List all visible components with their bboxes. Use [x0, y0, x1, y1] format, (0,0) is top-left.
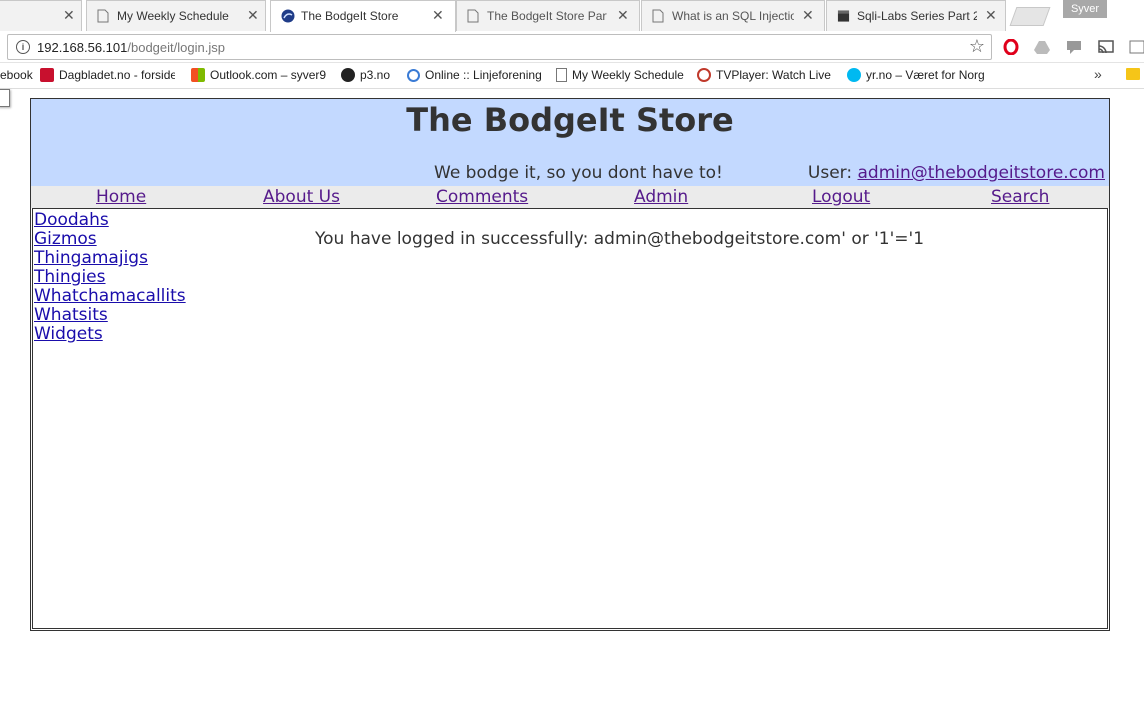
- dagbladet-icon: [40, 68, 54, 82]
- tooltip-fragment: [0, 89, 10, 107]
- nav-home[interactable]: Home: [96, 187, 146, 207]
- page-icon: [467, 9, 479, 23]
- p3-icon: [341, 68, 355, 82]
- tab-close-icon[interactable]: ✕: [985, 7, 997, 23]
- chat-extension-icon[interactable]: [1066, 39, 1082, 55]
- category-link-widgets[interactable]: Widgets: [34, 325, 103, 344]
- tab-title: My Weekly Schedule: [117, 9, 229, 23]
- content-area: Doodahs Gizmos Thingamajigs Thingies Wha…: [32, 208, 1108, 629]
- browser-tab-5[interactable]: Sqli-Labs Series Part 2 ✕: [826, 0, 1006, 31]
- tab-title: What is an SQL Injectio: [672, 9, 794, 23]
- online-icon: [407, 69, 420, 82]
- bookmark-label: Dagbladet.no - forside: [59, 68, 175, 82]
- bookmark-label: My Weekly Schedule: [572, 68, 684, 82]
- login-success-message: You have logged in successfully: admin@t…: [315, 229, 925, 249]
- page-title: The BodgeIt Store: [406, 101, 734, 139]
- bookmark-folder-icon[interactable]: [1126, 68, 1140, 80]
- category-link-gizmos[interactable]: Gizmos: [34, 230, 97, 249]
- clapperboard-icon: [837, 10, 850, 22]
- tab-close-icon[interactable]: ✕: [63, 7, 75, 23]
- tab-strip: ✕ My Weekly Schedule ✕ The BodgeIt Store…: [0, 0, 1144, 32]
- bookmark-item[interactable]: p3.no: [341, 68, 390, 82]
- bookmark-label: ebook: [0, 68, 33, 82]
- browser-tab-0[interactable]: ✕: [0, 0, 82, 31]
- user-label: User:: [807, 163, 853, 183]
- browser-tab-1[interactable]: My Weekly Schedule ✕: [86, 0, 266, 31]
- cast-icon[interactable]: [1098, 39, 1114, 55]
- drive-extension-icon[interactable]: [1034, 39, 1050, 55]
- bodgeit-favicon-icon: [281, 9, 295, 23]
- bookmark-item[interactable]: Online :: Linjeforening: [407, 68, 542, 82]
- tab-title: Sqli-Labs Series Part 2: [857, 9, 977, 23]
- bookmark-label: TVPlayer: Watch Live T: [716, 68, 832, 82]
- bookmark-item[interactable]: ebook: [0, 68, 33, 82]
- extension-icon[interactable]: [1129, 39, 1144, 55]
- address-bar[interactable]: i 192.168.56.101/bodgeit/login.jsp ☆: [7, 34, 992, 60]
- category-link-whatchamacallits[interactable]: Whatchamacallits: [34, 287, 186, 306]
- category-link-doodahs[interactable]: Doodahs: [34, 211, 109, 230]
- store-header: The BodgeIt Store We bodge it, so you do…: [31, 99, 1109, 186]
- yr-icon: [847, 68, 861, 82]
- page-icon: [97, 9, 109, 23]
- opera-extension-icon[interactable]: [1003, 39, 1019, 55]
- url-path: /bodgeit/login.jsp: [127, 40, 225, 55]
- tab-close-icon[interactable]: ✕: [802, 7, 814, 23]
- tvplayer-icon: [697, 68, 711, 82]
- tab-title: The BodgeIt Store: [301, 9, 399, 23]
- nav-about-us[interactable]: About Us: [263, 187, 340, 207]
- bookmarks-bar: ebook Dagbladet.no - forside Outlook.com…: [0, 63, 1144, 89]
- nav-comments[interactable]: Comments: [436, 187, 528, 207]
- bookmark-label: Online :: Linjeforening: [425, 68, 542, 82]
- profile-button[interactable]: Syver: [1063, 0, 1107, 18]
- tab-close-icon[interactable]: ✕: [247, 7, 259, 23]
- outlook-icon: [191, 68, 205, 82]
- browser-tab-2[interactable]: The BodgeIt Store ✕: [270, 0, 456, 32]
- tab-title: The BodgeIt Store Part: [487, 9, 607, 23]
- page-icon: [556, 68, 567, 82]
- tab-close-icon[interactable]: ✕: [432, 7, 444, 23]
- bookmark-item[interactable]: TVPlayer: Watch Live T: [697, 68, 832, 82]
- new-tab-button[interactable]: [1009, 7, 1051, 26]
- bookmark-item[interactable]: My Weekly Schedule: [556, 68, 684, 82]
- url-text[interactable]: 192.168.56.101/bodgeit/login.jsp: [37, 40, 225, 55]
- tagline: We bodge it, so you dont have to!: [434, 163, 723, 183]
- browser-tab-3[interactable]: The BodgeIt Store Part ✕: [456, 0, 640, 31]
- bookmark-item[interactable]: yr.no – Været for Norg: [847, 68, 985, 82]
- bookmark-label: p3.no: [360, 68, 391, 82]
- page-icon: [652, 9, 664, 23]
- site-info-icon[interactable]: i: [16, 40, 30, 54]
- bookmark-item[interactable]: Outlook.com – syver9: [191, 68, 326, 82]
- user-email-link[interactable]: admin@thebodgeitstore.com: [858, 163, 1106, 183]
- user-info: User: admin@thebodgeitstore.com: [808, 163, 1105, 183]
- browser-toolbar: i 192.168.56.101/bodgeit/login.jsp ☆: [0, 32, 1144, 63]
- tab-close-icon[interactable]: ✕: [617, 7, 629, 23]
- main-nav: Home About Us Comments Admin Logout Sear…: [31, 186, 1109, 208]
- nav-search[interactable]: Search: [991, 187, 1049, 207]
- bookmark-item[interactable]: Dagbladet.no - forside: [40, 68, 175, 82]
- category-link-thingies[interactable]: Thingies: [34, 268, 106, 287]
- category-link-thingamajigs[interactable]: Thingamajigs: [34, 249, 148, 268]
- bookmarks-more-icon[interactable]: »: [1094, 66, 1102, 82]
- bookmark-label: yr.no – Været for Norg: [866, 68, 985, 82]
- category-link-whatsits[interactable]: Whatsits: [34, 306, 108, 325]
- nav-admin[interactable]: Admin: [634, 187, 688, 207]
- bookmark-star-icon[interactable]: ☆: [969, 36, 985, 57]
- bookmark-label: Outlook.com – syver9: [210, 68, 326, 82]
- nav-logout[interactable]: Logout: [812, 187, 870, 207]
- browser-tab-4[interactable]: What is an SQL Injectio ✕: [641, 0, 825, 31]
- url-host: 192.168.56.101: [37, 40, 128, 55]
